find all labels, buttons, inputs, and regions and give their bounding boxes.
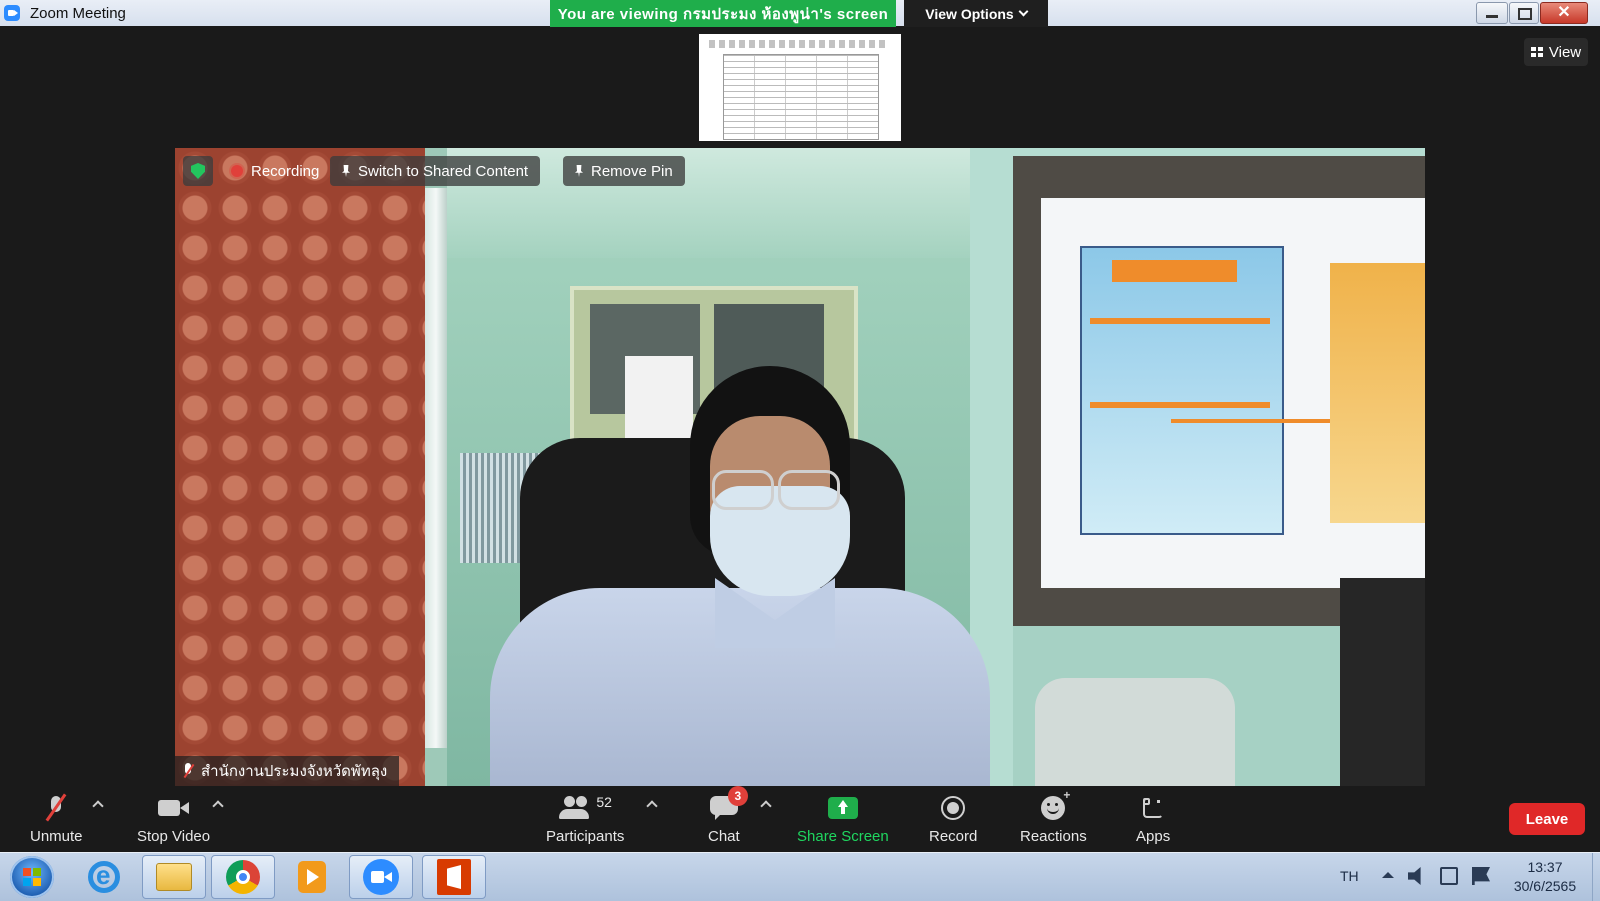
main-video-feed[interactable]: Recording Switch to Shared Content Remov… <box>175 148 1425 786</box>
action-center-flag-icon[interactable] <box>1472 867 1490 885</box>
file-explorer-taskbar-button[interactable] <box>142 855 206 899</box>
unmute-button[interactable]: Unmute <box>30 794 83 845</box>
document-table-preview <box>723 54 879 140</box>
switch-to-shared-content-button[interactable]: Switch to Shared Content <box>330 156 541 186</box>
office-icon <box>437 859 471 895</box>
show-hidden-icons-chevron-up-icon[interactable] <box>1382 872 1394 878</box>
computer-monitor <box>1340 578 1425 786</box>
glasses-right-lens <box>778 470 840 510</box>
record-label: Record <box>929 828 978 845</box>
apps-button[interactable]: Apps <box>1136 794 1170 845</box>
security-badge[interactable] <box>183 156 213 186</box>
internet-explorer-icon <box>88 860 120 893</box>
participants-button[interactable]: 52 Participants <box>546 794 624 845</box>
chrome-taskbar-button[interactable] <box>211 855 275 899</box>
windows-taskbar: TH 13:37 30/6/2565 <box>0 852 1600 901</box>
show-desktop-button[interactable] <box>1592 853 1600 901</box>
participants-icon <box>558 796 590 820</box>
leave-button[interactable]: Leave <box>1509 803 1585 835</box>
reactions-button[interactable]: + Reactions <box>1020 788 1087 845</box>
record-icon <box>941 796 966 820</box>
share-screen-button[interactable]: Share Screen <box>797 794 889 845</box>
view-options-button[interactable]: View Options <box>904 0 1048 27</box>
shield-icon <box>191 163 205 179</box>
muted-microphone-icon <box>42 794 70 822</box>
share-screen-label: Share Screen <box>797 828 889 845</box>
start-icon[interactable] <box>10 856 54 898</box>
shared-content-thumbnail[interactable] <box>699 34 901 141</box>
posted-paper <box>625 356 693 440</box>
chat-options-chevron-up-icon[interactable] <box>760 800 772 812</box>
smiley-icon <box>1041 796 1066 820</box>
zoom-app-icon <box>4 5 20 21</box>
network-icon[interactable] <box>1440 867 1458 885</box>
recording-dot-icon <box>231 165 243 177</box>
wall-poster <box>1080 246 1284 535</box>
participant-name: สำนักงานประมงจังหวัดพัทลุง <box>201 763 388 780</box>
wall-pipe <box>425 188 447 748</box>
plus-icon: + <box>1063 788 1071 802</box>
pin-icon <box>575 165 583 177</box>
media-player-taskbar-button[interactable] <box>280 855 344 899</box>
gallery-view-button[interactable]: View <box>1524 38 1588 66</box>
close-button[interactable]: ✕ <box>1540 2 1588 24</box>
desk-items <box>1035 678 1235 786</box>
language-indicator[interactable]: TH <box>1340 868 1359 884</box>
wall-poster-secondary <box>1330 263 1425 523</box>
remove-pin-button[interactable]: Remove Pin <box>563 156 685 186</box>
muted-mic-icon <box>183 763 193 779</box>
minimize-button[interactable] <box>1476 2 1508 24</box>
chat-button[interactable]: 3 Chat <box>708 786 748 845</box>
unmute-label: Unmute <box>30 828 83 845</box>
apps-icon <box>1141 796 1165 820</box>
chrome-icon <box>226 860 260 894</box>
viewing-screen-banner: You are viewing กรมประมง ห้องพูน่า's scr… <box>550 0 896 27</box>
video-camera-icon <box>157 798 190 818</box>
file-explorer-icon <box>156 863 192 891</box>
zoom-icon <box>363 859 399 895</box>
participant-name-tag: สำนักงานประมงจังหวัดพัทลุง <box>175 756 400 786</box>
switch-shared-label: Switch to Shared Content <box>358 162 529 180</box>
glasses-left-lens <box>712 470 774 510</box>
grid-icon <box>1530 47 1543 57</box>
participants-label: Participants <box>546 828 625 845</box>
clock-time: 13:37 <box>1527 859 1563 875</box>
chat-label: Chat <box>708 828 740 845</box>
stop-video-button[interactable]: Stop Video <box>137 794 210 845</box>
stop-video-label: Stop Video <box>137 828 211 845</box>
video-options-chevron-up-icon[interactable] <box>212 800 224 812</box>
patterned-wall <box>175 148 425 786</box>
recording-label: Recording <box>251 162 320 180</box>
chevron-down-icon <box>1018 6 1029 17</box>
clock-date: 30/6/2565 <box>1513 878 1577 894</box>
record-button[interactable]: Record <box>929 794 977 845</box>
view-label: View <box>1548 43 1582 61</box>
participants-options-chevron-up-icon[interactable] <box>646 800 658 812</box>
office-taskbar-button[interactable] <box>422 855 486 899</box>
internet-explorer-taskbar-button[interactable] <box>72 855 136 899</box>
zoom-taskbar-button[interactable] <box>349 855 413 899</box>
volume-icon[interactable] <box>1408 867 1421 885</box>
reactions-label: Reactions <box>1020 828 1087 845</box>
restore-button[interactable] <box>1509 2 1539 24</box>
window-title: Zoom Meeting <box>30 5 126 22</box>
recording-indicator[interactable]: Recording <box>219 156 331 186</box>
audio-options-chevron-up-icon[interactable] <box>92 800 104 812</box>
view-options-label: View Options <box>925 5 1014 22</box>
system-clock[interactable]: 13:37 30/6/2565 <box>1500 858 1590 896</box>
participants-count: 52 <box>596 794 612 810</box>
chat-unread-badge: 3 <box>727 786 748 806</box>
document-header-lines <box>709 40 889 48</box>
share-screen-arrow-icon <box>827 797 858 819</box>
pin-icon <box>342 165 350 177</box>
meeting-toolbar: Unmute Stop Video 52 Participants 3 Chat… <box>0 786 1600 852</box>
media-player-icon <box>298 861 326 893</box>
remove-pin-label: Remove Pin <box>591 162 673 180</box>
apps-label: Apps <box>1136 828 1171 845</box>
close-icon: ✕ <box>1557 4 1571 21</box>
